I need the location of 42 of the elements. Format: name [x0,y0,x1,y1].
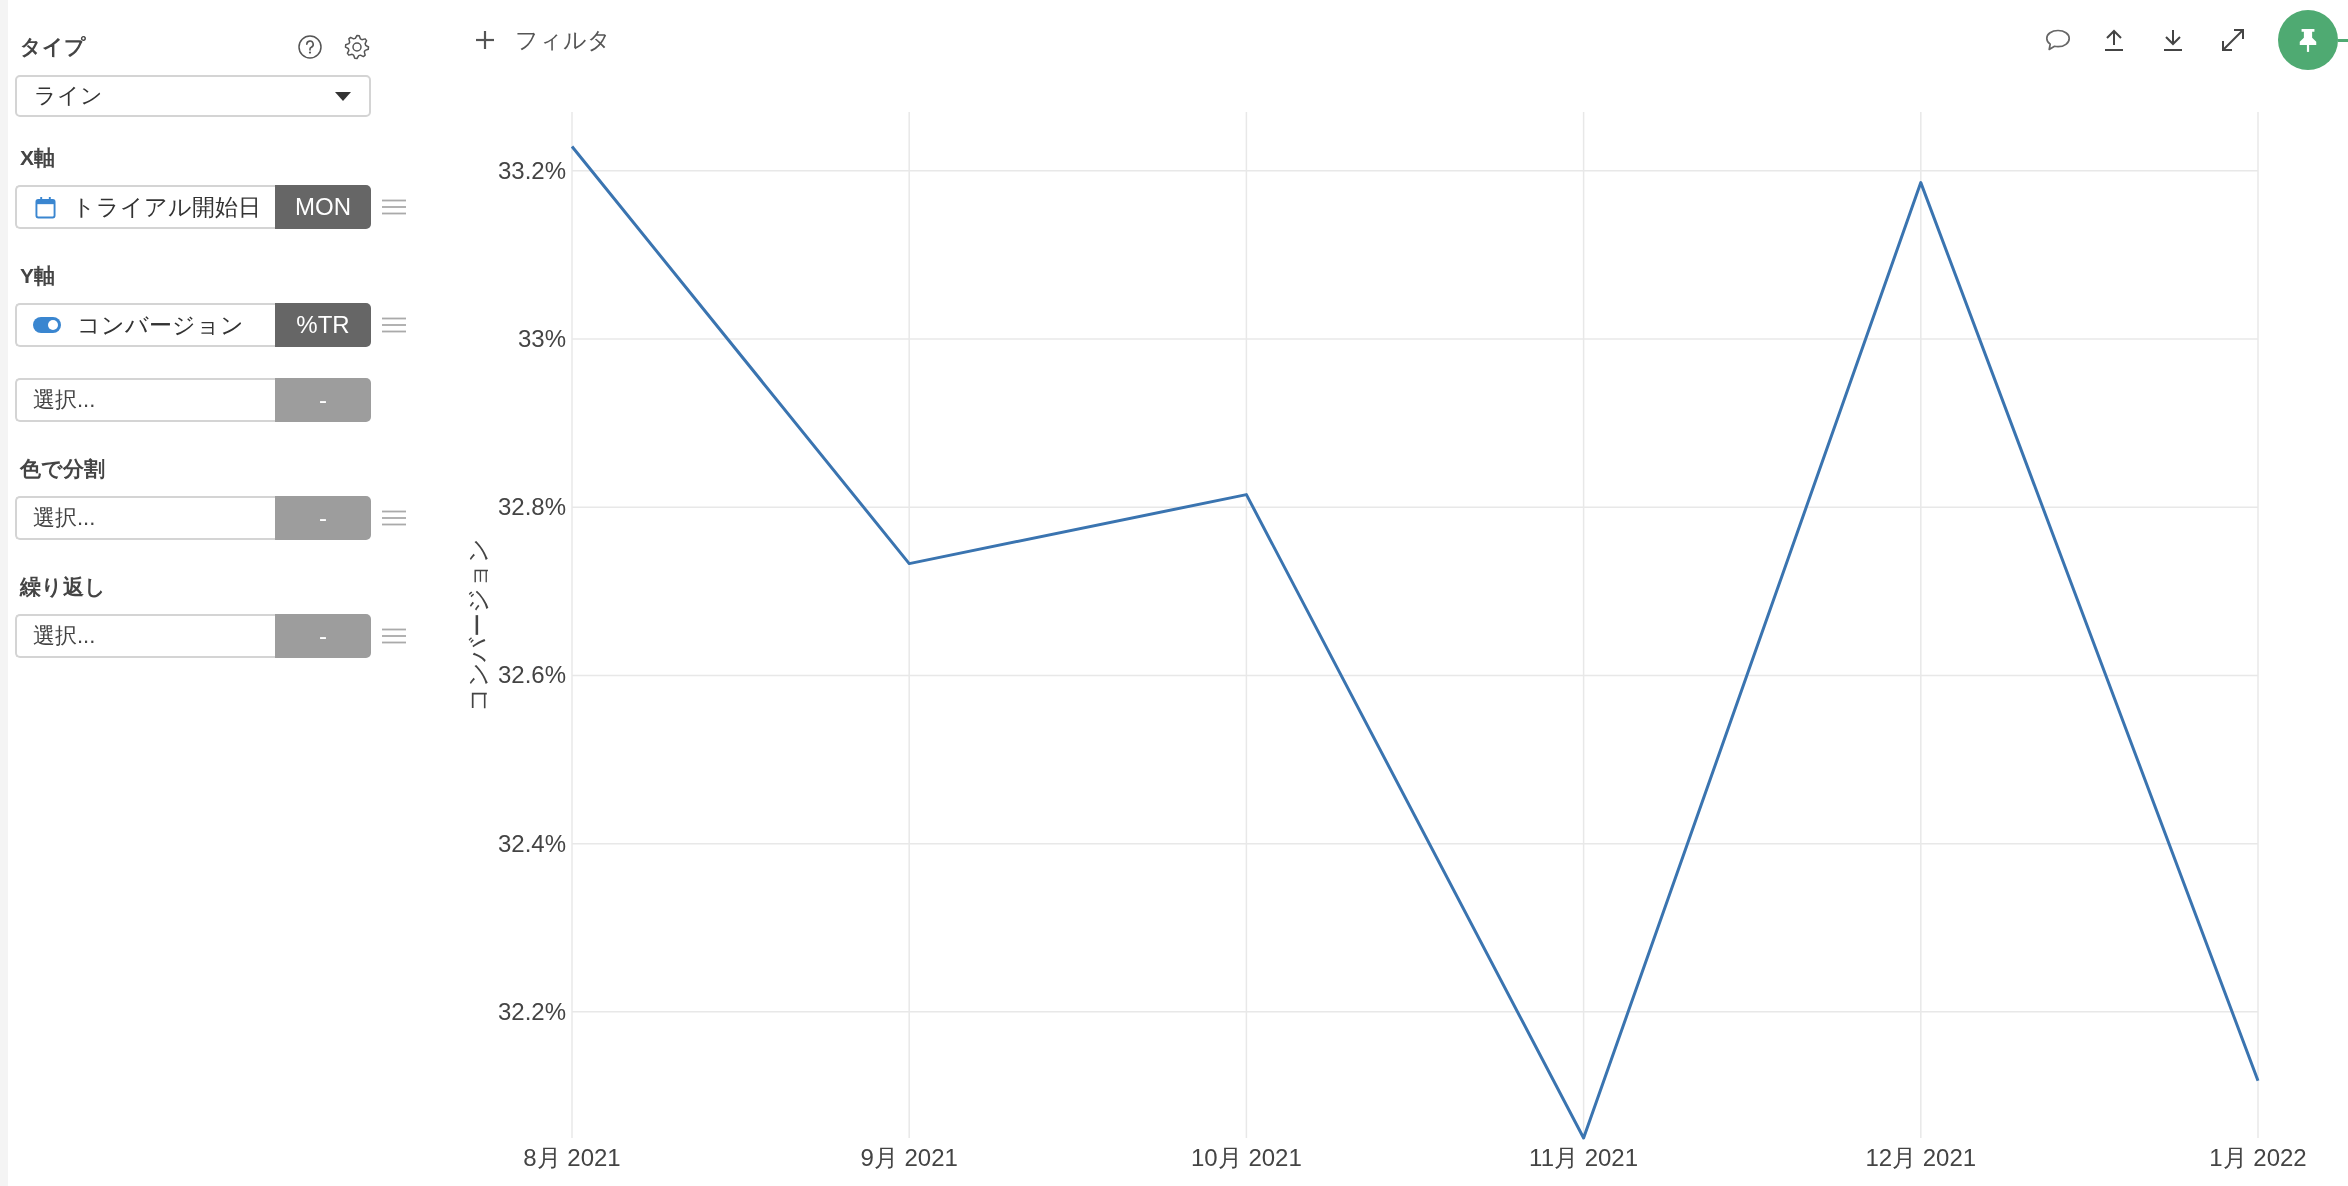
drag-handle-icon[interactable] [382,628,406,644]
pin-button[interactable] [2278,10,2338,70]
x-tick-label: 10月 2021 [1191,1144,1302,1171]
column-select-field[interactable]: 選択... [15,496,275,540]
add-filter-button[interactable]: フィルタ [476,24,611,56]
drag-handle-icon[interactable] [382,510,406,526]
y-tick-label: 33.2% [497,156,566,184]
upload-icon[interactable] [2104,29,2124,51]
y-tick-label: 32.4% [497,829,566,857]
section-label: Y軸 [19,263,55,289]
drag-handle-icon[interactable] [382,199,406,215]
x-tick-label: 1月 2022 [2209,1144,2307,1171]
caret-icon [335,91,351,101]
x-tick-label: 9月 2021 [860,1144,958,1171]
chart-type-dropdown[interactable]: ライン [15,75,371,117]
section-label: X軸 [19,145,55,171]
x-tick-label: 8月 2021 [523,1144,621,1171]
pin-icon [2297,27,2319,53]
section-label: 繰り返し [18,574,106,600]
help-icon[interactable] [298,35,322,59]
column-select-field[interactable]: 選択... [15,378,275,422]
drag-handle-icon[interactable] [382,317,406,333]
y-tick-label: 33% [517,325,566,353]
column-select-field[interactable]: トライアル開始日 [15,185,275,229]
x-tick-label: 11月 2021 [1529,1144,1639,1171]
y-tick-label: 32.2% [497,997,566,1025]
plus-icon [476,31,494,49]
aggregation-button[interactable]: MON [275,185,371,229]
calendar-icon [35,195,56,219]
y-tick-label: 32.8% [497,493,566,521]
column-select-field[interactable]: コンバージョン [15,303,275,347]
settings-icon[interactable] [344,34,370,60]
expand-icon[interactable] [2221,28,2245,52]
x-tick-label: 12月 2021 [1865,1144,1977,1171]
section-label: タイプ [19,34,86,60]
column-select-field[interactable]: 選択... [15,614,275,658]
download-icon[interactable] [2163,29,2183,51]
y-tick-label: 32.6% [497,661,566,689]
aggregation-button[interactable]: %TR [275,303,371,347]
y-axis-title: コンバージョン [464,538,491,712]
comment-icon[interactable] [2045,29,2071,51]
section-label: 色で分割 [18,456,105,482]
